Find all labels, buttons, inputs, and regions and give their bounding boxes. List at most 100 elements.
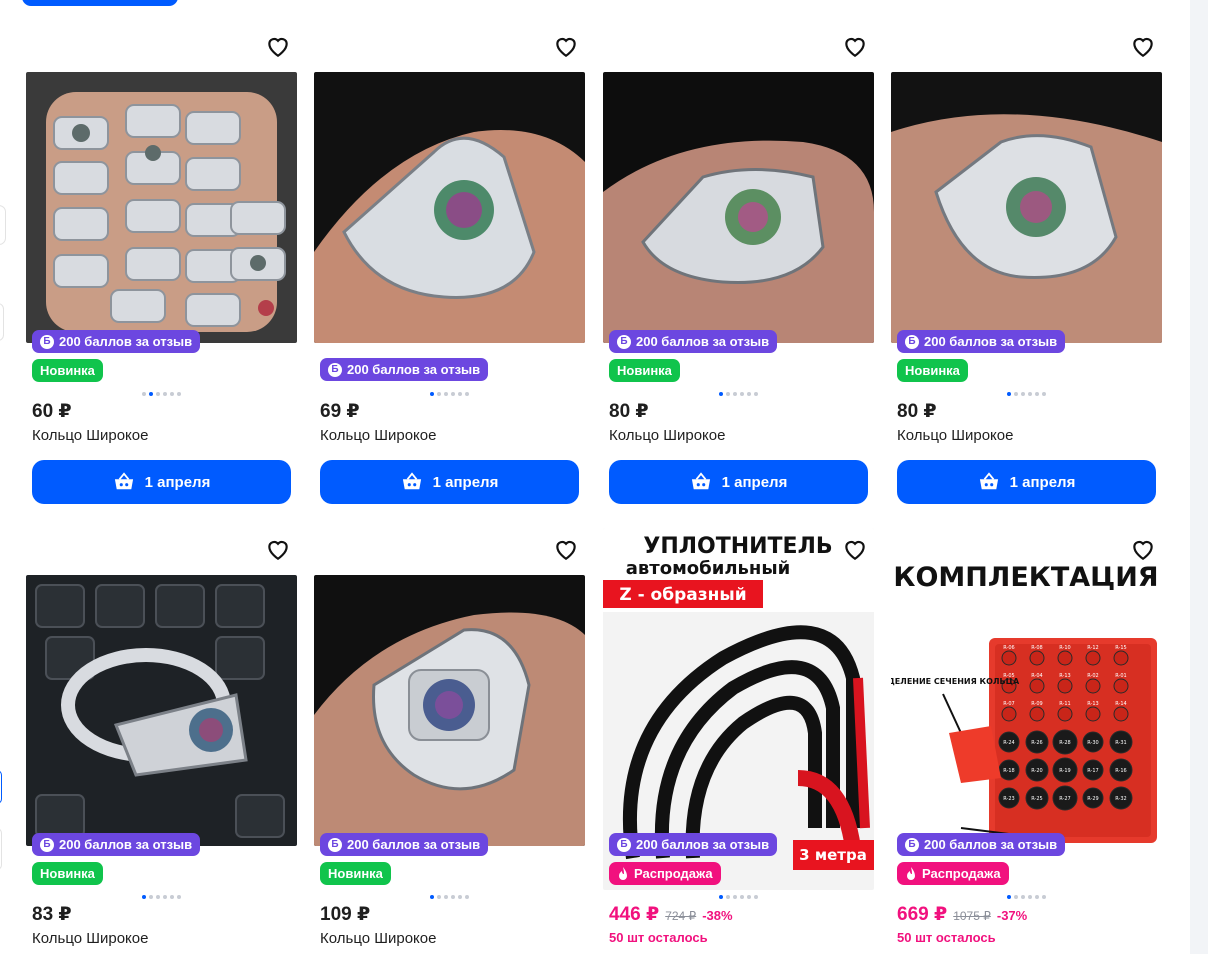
photo-pagination[interactable]: [1007, 895, 1046, 899]
product-card[interactable]: Б 200 баллов за отзыв Новинка 80 ₽ Кольцо…: [603, 0, 874, 504]
photo-pagination[interactable]: [719, 392, 758, 396]
photo-pagination[interactable]: [719, 895, 758, 899]
pagination-dot-active[interactable]: [430, 895, 434, 899]
current-price: 669 ₽: [897, 904, 948, 925]
product-card[interactable]: УПЛОТНИТЕЛЬ автомобильный Z - образный 3…: [603, 503, 874, 954]
pagination-dot[interactable]: [177, 895, 181, 899]
product-photo[interactable]: [891, 72, 1162, 343]
badge-list: Б 200 баллов за отзыв Новинка: [609, 330, 778, 382]
fire-icon: [619, 866, 627, 880]
product-photo[interactable]: [603, 72, 874, 343]
photo-pagination[interactable]: [1007, 392, 1046, 396]
pagination-dot[interactable]: [1014, 392, 1018, 396]
product-title[interactable]: Кольцо Широкое: [32, 427, 148, 444]
product-title[interactable]: Кольцо Широкое: [609, 427, 725, 444]
pagination-dot[interactable]: [1014, 895, 1018, 899]
add-to-cart-button[interactable]: 1 апреля: [320, 460, 579, 504]
favorite-heart-icon[interactable]: [553, 34, 579, 58]
product-photo[interactable]: [26, 575, 297, 846]
pagination-dot[interactable]: [465, 392, 469, 396]
pagination-dot-active[interactable]: [1007, 895, 1011, 899]
pagination-dot[interactable]: [170, 895, 174, 899]
pagination-dot[interactable]: [458, 392, 462, 396]
pagination-dot[interactable]: [163, 392, 167, 396]
pagination-dot-active[interactable]: [719, 392, 723, 396]
page-scrollbar[interactable]: [1190, 0, 1208, 954]
photo-pagination[interactable]: [430, 895, 469, 899]
product-title[interactable]: Кольцо Широкое: [897, 427, 1013, 444]
pagination-dot[interactable]: [444, 895, 448, 899]
favorite-heart-icon[interactable]: [265, 537, 291, 561]
product-card[interactable]: Б 200 баллов за отзыв Новинка 109 ₽ Кольц…: [314, 503, 585, 954]
pagination-dot-active[interactable]: [719, 895, 723, 899]
pagination-dot[interactable]: [733, 895, 737, 899]
photo-pagination[interactable]: [142, 895, 181, 899]
new-badge: Новинка: [32, 862, 103, 885]
pagination-dot[interactable]: [170, 392, 174, 396]
product-title[interactable]: Кольцо Широкое: [320, 427, 436, 444]
pagination-dot[interactable]: [740, 895, 744, 899]
b-coin-icon: Б: [617, 334, 631, 349]
pagination-dot[interactable]: [754, 392, 758, 396]
pagination-dot[interactable]: [465, 895, 469, 899]
pagination-dot[interactable]: [740, 392, 744, 396]
product-card[interactable]: КОМПЛЕКТАЦИЯ R-06 R-08 R-10 R-12 R-15 R-05 R-0…: [891, 503, 1162, 954]
pagination-dot[interactable]: [437, 392, 441, 396]
pagination-dot[interactable]: [733, 392, 737, 396]
pagination-dot[interactable]: [458, 895, 462, 899]
pagination-dot[interactable]: [437, 895, 441, 899]
pagination-dot[interactable]: [1028, 392, 1032, 396]
product-title[interactable]: Кольцо Широкое: [320, 930, 436, 947]
pagination-dot[interactable]: [1042, 392, 1046, 396]
add-to-cart-button[interactable]: 1 апреля: [32, 460, 291, 504]
b-coin-icon: Б: [905, 837, 919, 852]
pagination-dot[interactable]: [747, 895, 751, 899]
photo-pagination[interactable]: [430, 392, 469, 396]
product-price: 669 ₽ 1075 ₽ -37%: [897, 903, 1027, 926]
photo-pagination[interactable]: [142, 392, 181, 396]
pagination-dot[interactable]: [163, 895, 167, 899]
pagination-dot[interactable]: [444, 392, 448, 396]
product-card[interactable]: Б 200 баллов за отзыв Новинка 83 ₽ Кольцо…: [26, 503, 297, 954]
product-photo[interactable]: [26, 72, 297, 343]
product-photo[interactable]: [314, 575, 585, 846]
pagination-dot[interactable]: [1035, 392, 1039, 396]
pagination-dot[interactable]: [754, 895, 758, 899]
pagination-dot[interactable]: [747, 392, 751, 396]
pagination-dot-active[interactable]: [1007, 392, 1011, 396]
favorite-heart-icon[interactable]: [842, 537, 868, 561]
product-card[interactable]: Б 200 баллов за отзыв Новинка 60 ₽ Кольцо…: [26, 0, 297, 504]
favorite-heart-icon[interactable]: [553, 537, 579, 561]
b-coin-icon: Б: [328, 362, 342, 377]
pagination-dot-active[interactable]: [149, 392, 153, 396]
pagination-dot[interactable]: [177, 392, 181, 396]
pagination-dot[interactable]: [1042, 895, 1046, 899]
pagination-dot[interactable]: [1021, 392, 1025, 396]
favorite-heart-icon[interactable]: [1130, 537, 1156, 561]
favorite-heart-icon[interactable]: [1130, 34, 1156, 58]
add-to-cart-button[interactable]: 1 апреля: [609, 460, 868, 504]
pagination-dot[interactable]: [1028, 895, 1032, 899]
pagination-dot-active[interactable]: [142, 895, 146, 899]
pagination-dot-active[interactable]: [430, 392, 434, 396]
b-coin-icon: Б: [40, 837, 54, 852]
pagination-dot[interactable]: [142, 392, 146, 396]
pagination-dot[interactable]: [726, 392, 730, 396]
add-to-cart-button[interactable]: 1 апреля: [897, 460, 1156, 504]
current-price: 446 ₽: [609, 904, 660, 925]
pagination-dot[interactable]: [1035, 895, 1039, 899]
pagination-dot[interactable]: [149, 895, 153, 899]
favorite-heart-icon[interactable]: [842, 34, 868, 58]
product-title[interactable]: Кольцо Широкое: [32, 930, 148, 947]
product-card[interactable]: Б 200 баллов за отзыв 69 ₽ Кольцо Широкое…: [314, 0, 585, 504]
basket-icon: [979, 472, 998, 490]
pagination-dot[interactable]: [156, 895, 160, 899]
pagination-dot[interactable]: [451, 895, 455, 899]
favorite-heart-icon[interactable]: [265, 34, 291, 58]
product-photo[interactable]: [314, 72, 585, 343]
pagination-dot[interactable]: [726, 895, 730, 899]
product-card[interactable]: Б 200 баллов за отзыв Новинка 80 ₽ Кольцо…: [891, 0, 1162, 504]
pagination-dot[interactable]: [451, 392, 455, 396]
pagination-dot[interactable]: [1021, 895, 1025, 899]
pagination-dot[interactable]: [156, 392, 160, 396]
